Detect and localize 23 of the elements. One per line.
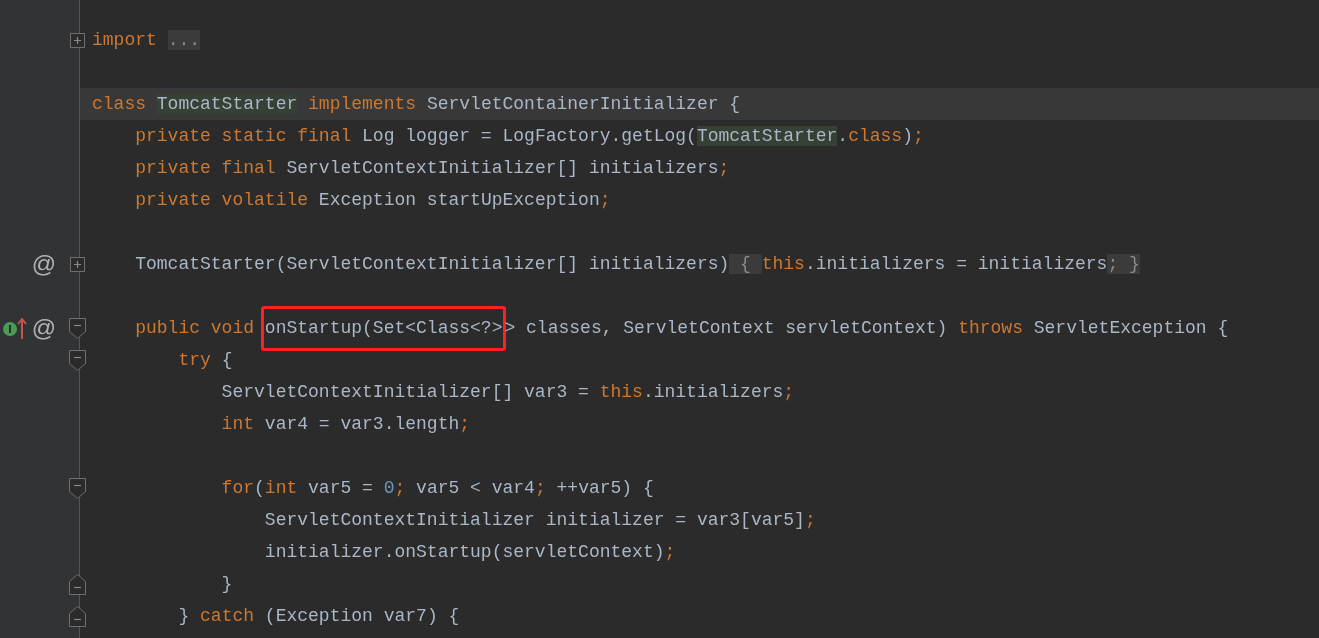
code-text: } catch (Exception var7) { [177, 604, 460, 628]
code-text: for(int var5 = 0; var5 < var4; ++var5) { [220, 476, 654, 500]
code-text: ServletContextInitializer initializer = var3[var5]; [263, 508, 816, 532]
annotation-mark[interactable]: @ [31, 252, 56, 276]
expand-icon[interactable] [69, 32, 85, 48]
annotation-mark[interactable]: @ [31, 316, 56, 340]
code-text: initializer.onStartup(servletContext); [263, 540, 676, 564]
code-text: TomcatStarter(ServletContextInitializer[] initializers) { this.initializers = initializers; } [134, 252, 1140, 276]
code-text: } [220, 572, 233, 596]
implements-icon[interactable] [1, 316, 28, 340]
code-text: try { [177, 348, 233, 372]
code-text: public void [134, 316, 256, 340]
code-text: class TomcatStarter implements ServletContainerInitializer { [92, 92, 741, 116]
collapse-icon[interactable] [68, 477, 86, 499]
code-text: ServletContextInitializer[] var3 = this.initializers; [220, 380, 795, 404]
code-text: int var4 = var3.length; [220, 412, 471, 436]
code-text: private volatile Exception startUpException; [134, 188, 611, 212]
collapse-icon[interactable] [68, 317, 86, 339]
collapse-icon[interactable] [68, 349, 86, 371]
code-text: import ... [92, 28, 201, 52]
expand-icon[interactable] [69, 256, 85, 272]
code-text: private final ServletContextInitializer[] initializers; [134, 156, 730, 180]
code-text: private static final Log logger = LogFactory.getLog(TomcatStarter.class); [134, 124, 924, 148]
